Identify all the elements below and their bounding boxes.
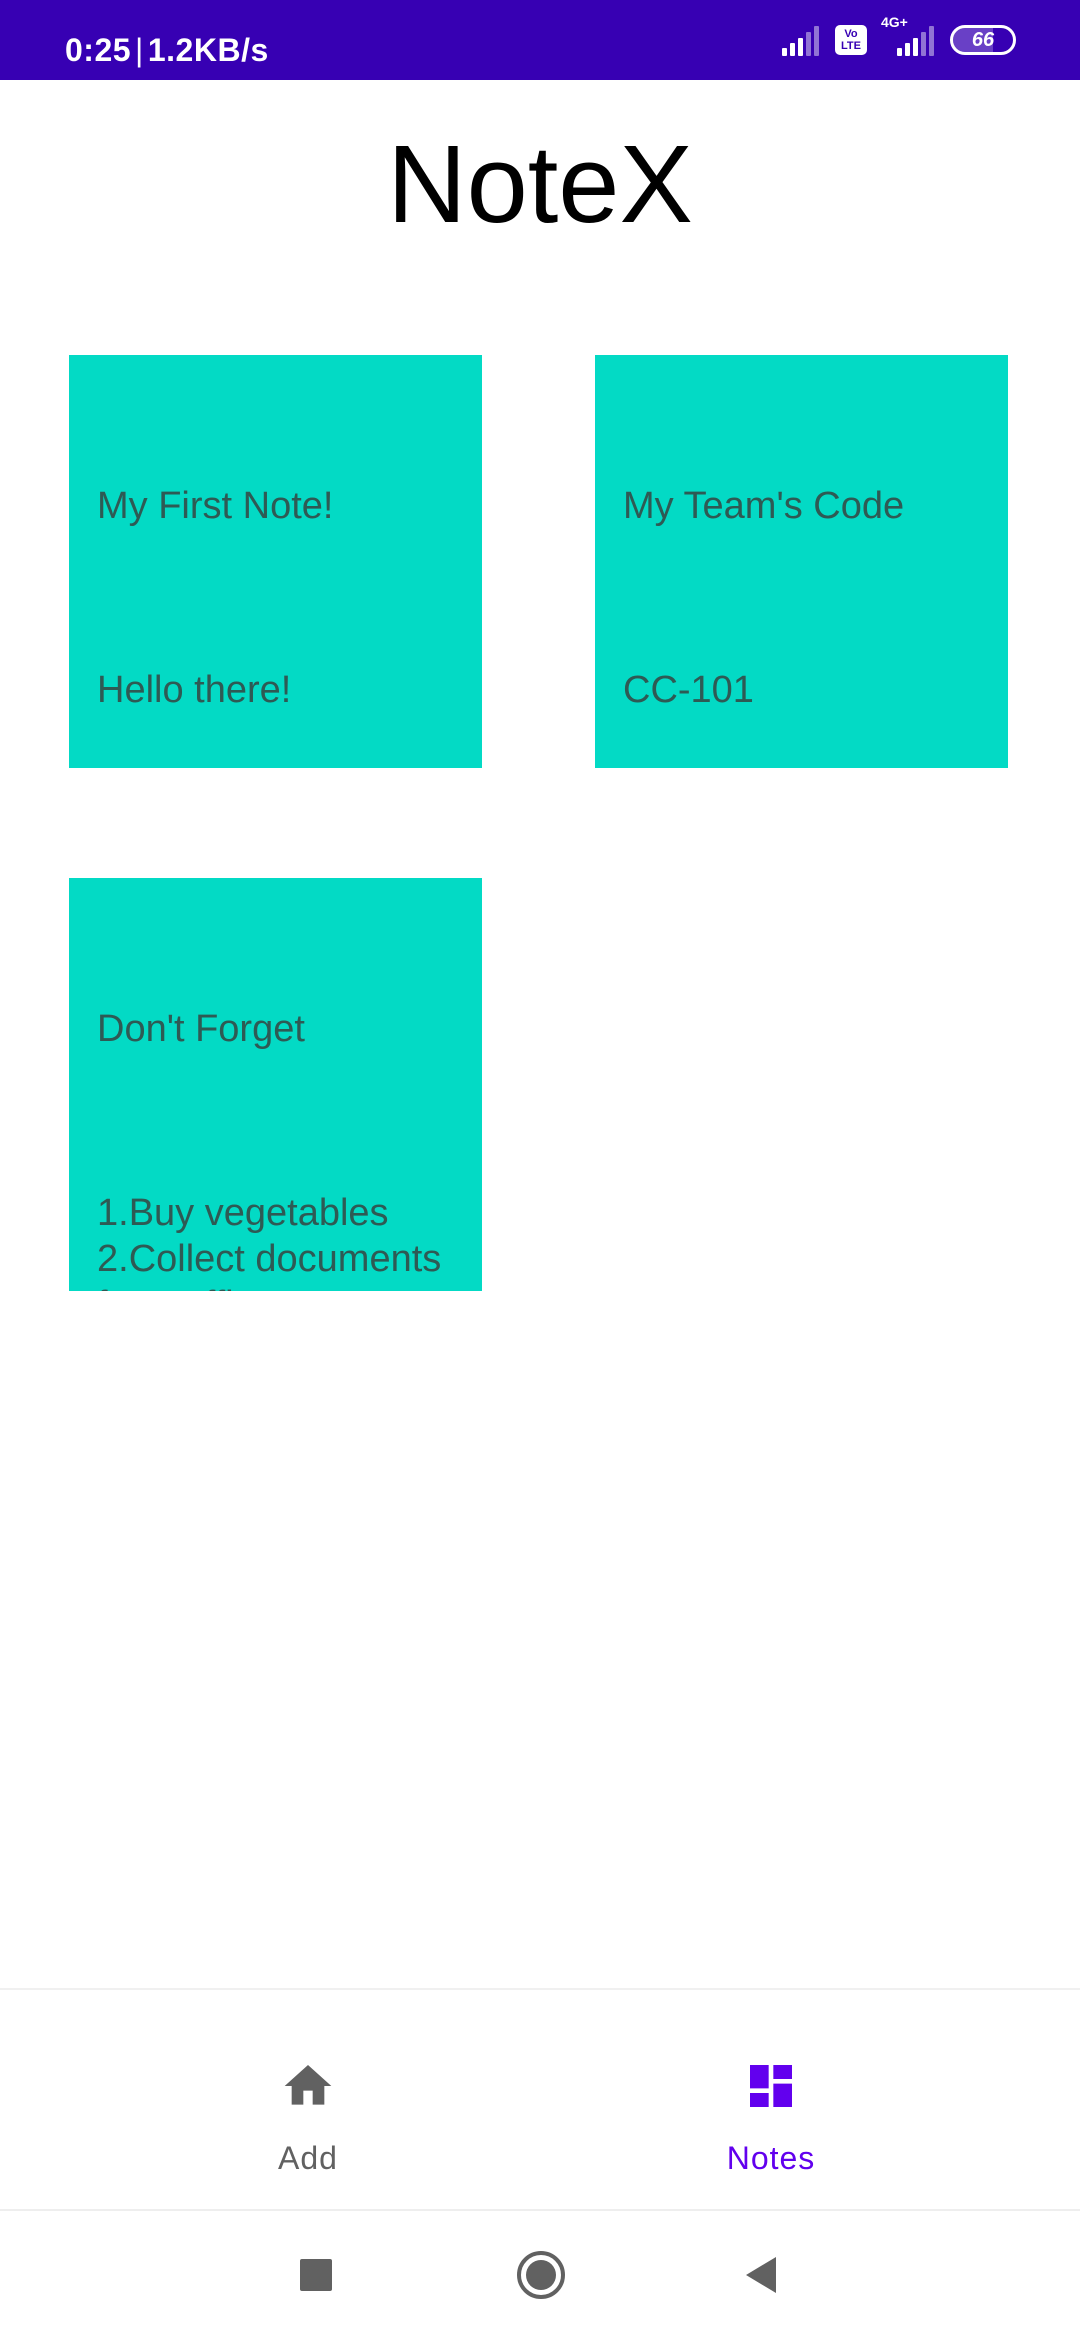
dashboard-icon [750,2065,792,2107]
bottom-navigation: Add Notes [0,1988,1080,2209]
status-time: 0:25 [65,32,132,68]
signal-strength-icon [782,24,819,56]
battery-icon: 66 [950,25,1016,55]
note-title: My First Note! [97,485,334,527]
note-body: Hello there! [97,669,292,711]
home-circle-icon[interactable] [515,2211,567,2340]
home-icon [284,2065,332,2105]
note-title: My Team's Code [623,485,905,527]
back-triangle-icon[interactable] [742,2211,780,2340]
status-bar: 0:25 | 1.2KB/s Vo LTE 4G+ 66 [0,0,1080,80]
mobile-data-icon: 4G+ [881,14,934,56]
recents-square-icon[interactable] [298,2211,334,2340]
nav-item-add[interactable]: Add [158,1990,458,2209]
note-title: Don't Forget [97,1008,305,1050]
note-card[interactable]: My Team's Code CC-101 [595,355,1008,768]
network-type-label: 4G+ [881,14,908,30]
nav-item-notes[interactable]: Notes [621,1990,921,2209]
network-speed: 1.2KB/s [147,32,269,68]
note-card[interactable]: My First Note! Hello there! [69,355,482,768]
status-separator: | [135,32,144,68]
system-navigation-bar [0,2209,1080,2340]
battery-level: 66 [971,29,995,51]
volte-icon: Vo LTE [835,25,867,55]
page-title: NoteX [387,123,693,246]
status-right: Vo LTE 4G+ 66 [782,0,1016,80]
status-left: 0:25 | 1.2KB/s [65,0,269,80]
nav-label-add: Add [278,2140,338,2176]
note-card[interactable]: Don't Forget 1.Buy vegetables 2.Collect … [69,878,482,1291]
nav-label-notes: Notes [726,2140,816,2176]
note-body: 1.Buy vegetables 2.Collect documents fro… [97,1192,442,1291]
note-body: CC-101 [623,669,754,711]
